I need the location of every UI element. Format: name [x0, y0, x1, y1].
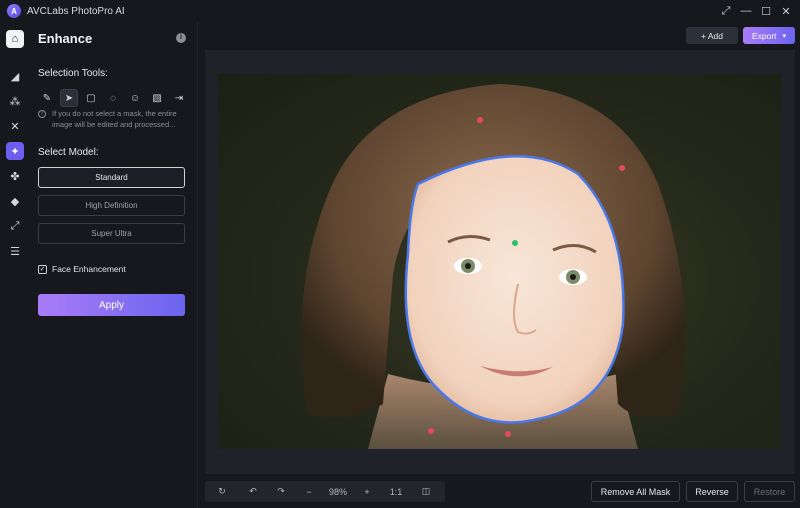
window-controls: ⤢ — ☐ ✕ — [716, 0, 796, 22]
top-bar: + Add Export ▾ — [200, 22, 800, 50]
select-model-label: Select Model: — [38, 147, 99, 158]
model-high-definition-button[interactable]: High Definition — [38, 195, 185, 216]
ellipse-select-icon[interactable]: ◌ — [104, 89, 122, 107]
zoom-out-icon[interactable]: − — [295, 487, 323, 497]
minimize-icon[interactable]: — — [736, 5, 756, 17]
panel-title: Enhance — [38, 31, 93, 46]
enhance-panel: Enhance i Selection Tools: ✎ ➤ ▢ ◌ ☺ ▧ ⇥… — [30, 22, 198, 508]
upscale-icon[interactable]: ⤢ — [6, 217, 24, 235]
reset-icon[interactable]: ↻ — [205, 486, 239, 497]
model-super-ultra-button[interactable]: Super Ultra — [38, 223, 185, 244]
app-title: AVCLabs PhotoPro AI — [27, 5, 125, 17]
apply-button[interactable]: Apply — [38, 294, 185, 316]
mask-hint: i If you do not select a mask, the entir… — [38, 108, 190, 130]
title-bar: A AVCLabs PhotoPro AI ⤢ — ☐ ✕ — [0, 0, 800, 22]
close-icon[interactable]: ✕ — [776, 5, 796, 18]
remove-all-mask-button[interactable]: Remove All Mask — [591, 481, 680, 502]
object-remove-icon[interactable]: ⁂ — [6, 92, 24, 110]
portrait-image — [301, 84, 685, 449]
app-logo: A — [7, 4, 21, 18]
zoom-toolbar: ↻ ↶ ↷ − 98% + 1:1 ◫ — [205, 481, 445, 502]
brush-icon[interactable]: ✎ — [38, 89, 56, 107]
reverse-button[interactable]: Reverse — [686, 481, 738, 502]
adjust-icon[interactable]: ☰ — [6, 242, 24, 260]
face-enhancement-label: Face Enhancement — [52, 264, 126, 274]
hint-info-icon: i — [38, 110, 46, 118]
face-enhancement-row[interactable]: ✓ Face Enhancement — [38, 264, 126, 274]
photo[interactable] — [218, 74, 781, 449]
enhance-icon[interactable]: ✦ — [6, 142, 24, 160]
portrait-select-icon[interactable]: ☺ — [126, 89, 144, 107]
background-icon[interactable]: ✕ — [6, 117, 24, 135]
face-enhancement-checkbox[interactable]: ✓ — [38, 264, 47, 274]
retouch-icon[interactable]: ✤ — [6, 167, 24, 185]
fullscreen-icon[interactable]: ⤢ — [716, 5, 736, 18]
pointer-icon[interactable]: ➤ — [60, 89, 78, 107]
undo-icon[interactable]: ↶ — [239, 486, 267, 497]
info-icon[interactable]: i — [176, 33, 186, 43]
restore-button[interactable]: Restore — [744, 481, 795, 502]
eraser-icon[interactable]: ◢ — [6, 67, 24, 85]
compare-icon[interactable]: ◫ — [411, 486, 441, 497]
model-standard-button[interactable]: Standard — [38, 167, 185, 188]
redo-icon[interactable]: ↷ — [267, 486, 295, 497]
rect-select-icon[interactable]: ▢ — [82, 89, 100, 107]
hint-text: If you do not select a mask, the entire … — [52, 109, 177, 129]
home-icon[interactable]: ⌂ — [6, 30, 24, 48]
tool-rail: ⌂ ◢ ⁂ ✕ ✦ ✤ ◆ ⤢ ☰ — [0, 22, 30, 508]
export-label: Export — [751, 30, 777, 41]
maximize-icon[interactable]: ☐ — [756, 5, 776, 18]
image-canvas — [205, 50, 795, 474]
selection-tools-label: Selection Tools: — [38, 68, 108, 79]
selection-tools: ✎ ➤ ▢ ◌ ☺ ▧ ⇥ — [38, 89, 188, 107]
auto-select-icon[interactable]: ▧ — [148, 89, 166, 107]
actual-size-button[interactable]: 1:1 — [381, 487, 411, 497]
colorize-icon[interactable]: ◆ — [6, 192, 24, 210]
chevron-down-icon: ▾ — [782, 32, 787, 40]
zoom-in-icon[interactable]: + — [353, 487, 381, 497]
import-mask-icon[interactable]: ⇥ — [170, 89, 188, 107]
export-button[interactable]: Export ▾ — [743, 27, 795, 44]
add-button[interactable]: + Add — [686, 27, 738, 44]
zoom-level: 98% — [328, 486, 347, 497]
